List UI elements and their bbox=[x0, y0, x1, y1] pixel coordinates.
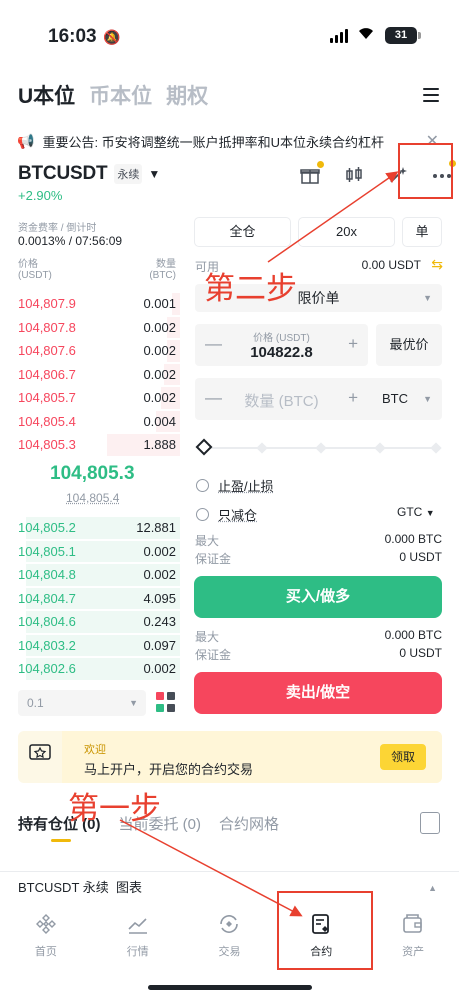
orderbook-price: 104,804.7 bbox=[18, 590, 76, 606]
orderbook-price: 104,805.3 bbox=[18, 437, 76, 453]
orderbook-price: 104,804.8 bbox=[18, 567, 76, 583]
orderbook-price: 104,804.6 bbox=[18, 614, 76, 630]
orderbook-price: 104,805.2 bbox=[18, 520, 76, 536]
orderbook-qty: 0.002 bbox=[143, 366, 176, 382]
arrow-step-two bbox=[267, 171, 399, 263]
orderbook-qty: 0.002 bbox=[143, 543, 176, 559]
orderbook-qty: 0.004 bbox=[143, 413, 176, 429]
orderbook-qty: 1.888 bbox=[143, 437, 176, 453]
annotation-arrows bbox=[119, 171, 399, 917]
orderbook-qty: 0.243 bbox=[143, 614, 176, 630]
orderbook-price: 104,807.9 bbox=[18, 296, 76, 312]
orderbook-price: 104,805.4 bbox=[18, 413, 76, 429]
orderbook-price: 104,803.2 bbox=[18, 637, 76, 653]
orderbook-qty: 12.881 bbox=[136, 520, 176, 536]
orderbook-qty: 0.002 bbox=[143, 661, 176, 677]
orderbook-price: 104,805.7 bbox=[18, 390, 76, 406]
orderbook-qty: 0.002 bbox=[143, 390, 176, 406]
arrow-step-one bbox=[119, 819, 303, 917]
orderbook-qty: 0.002 bbox=[143, 567, 176, 583]
orderbook-price: 104,805.1 bbox=[18, 543, 76, 559]
orderbook-price: 104,806.7 bbox=[18, 366, 76, 382]
orderbook-price: 104,807.6 bbox=[18, 343, 76, 359]
orderbook-price: 104,802.6 bbox=[18, 661, 76, 677]
orderbook-qty: 4.095 bbox=[143, 590, 176, 606]
orderbook-qty: 0.097 bbox=[143, 637, 176, 653]
orderbook-price: 104,807.8 bbox=[18, 319, 76, 335]
orderbook-qty: 0.002 bbox=[143, 343, 176, 359]
orderbook-qty: 0.001 bbox=[143, 296, 176, 312]
orderbook-qty: 0.002 bbox=[143, 319, 176, 335]
